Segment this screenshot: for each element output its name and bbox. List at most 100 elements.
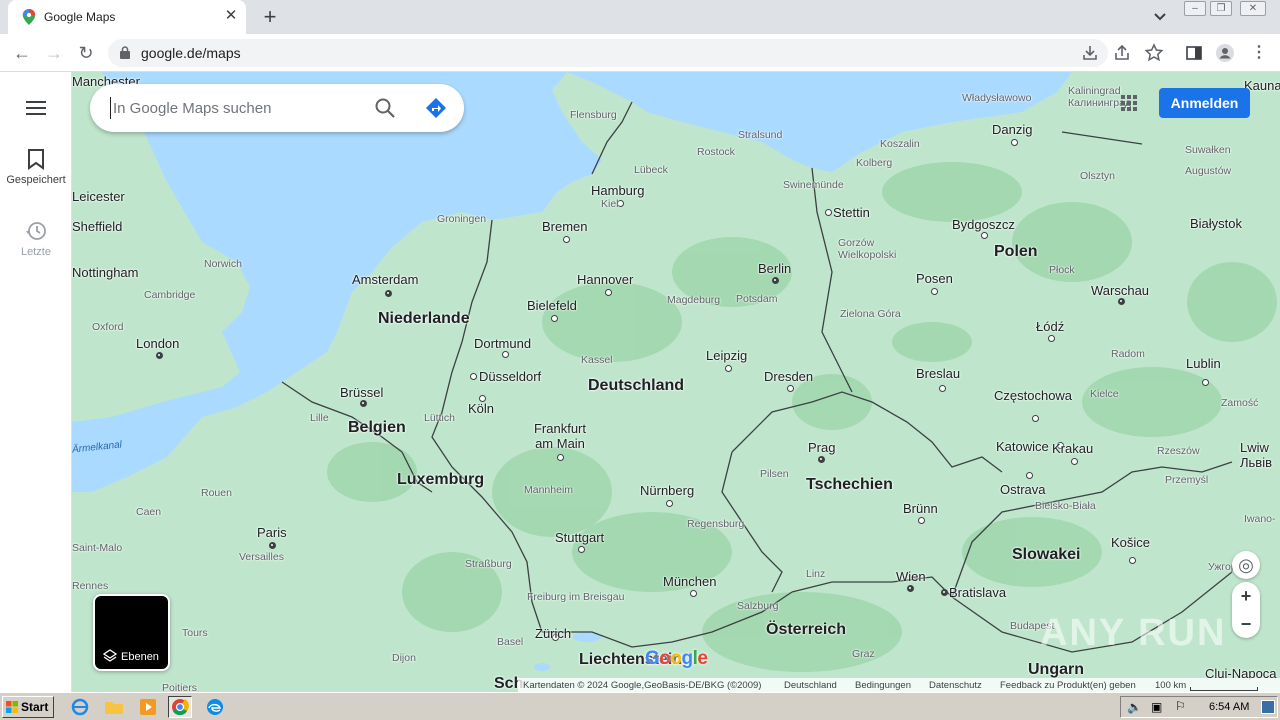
city-label: Krakau xyxy=(1052,441,1094,456)
zoom-in-button[interactable]: + xyxy=(1232,582,1260,610)
maps-pin-icon xyxy=(22,9,36,25)
zoom-control: + − xyxy=(1232,582,1260,638)
place-label: Rzeszów xyxy=(1157,445,1200,457)
place-label: Oxford xyxy=(92,321,124,333)
place-label: Leicester xyxy=(72,189,125,204)
search-input[interactable] xyxy=(110,97,360,119)
browser-tab[interactable]: Google Maps ✕ xyxy=(8,0,246,34)
directions-icon[interactable] xyxy=(425,97,447,119)
place-label: Olsztyn xyxy=(1080,170,1116,182)
search-icon[interactable] xyxy=(374,97,396,119)
place-label: Suwałken xyxy=(1185,144,1231,156)
map-canvas[interactable]: Niederlande Deutschland Belgien Luxembur… xyxy=(72,72,1280,692)
place-label: Magdeburg xyxy=(667,294,721,306)
place-label: Kassel xyxy=(581,354,613,366)
chrome-icon xyxy=(172,699,189,716)
media-player-icon[interactable] xyxy=(136,696,160,718)
close-tab-icon[interactable]: ✕ xyxy=(222,7,240,25)
place-label: Sheffield xyxy=(72,219,123,234)
place-label: Linz xyxy=(806,568,826,580)
city-label: Danzig xyxy=(992,122,1033,137)
place-label: Kiel xyxy=(601,198,619,210)
layers-button[interactable]: Ebenen xyxy=(93,594,170,671)
volume-icon[interactable]: 🔈 xyxy=(1127,700,1142,714)
place-label: Lüttich xyxy=(424,412,455,424)
sidebar-item-saved[interactable]: Gespeichert xyxy=(0,148,72,186)
place-label: Groningen xyxy=(437,213,487,225)
share-icon[interactable] xyxy=(1112,43,1132,63)
feedback-link[interactable]: Feedback zu Produkt(en) geben xyxy=(1000,680,1136,691)
scale-bar xyxy=(1190,687,1258,691)
city-label: London xyxy=(136,336,180,351)
bookmark-star-icon[interactable] xyxy=(1144,43,1164,63)
restore-button[interactable]: ❐ xyxy=(1210,1,1232,16)
install-icon[interactable] xyxy=(1080,43,1100,63)
network-icon[interactable]: ▣ xyxy=(1151,700,1162,714)
sidebar-item-recent[interactable]: Letzte xyxy=(0,220,72,258)
close-window-button[interactable]: ✕ xyxy=(1240,1,1266,16)
country-label: Luxemburg xyxy=(397,471,485,488)
city-label: Brünn xyxy=(903,501,938,516)
minimize-button[interactable]: – xyxy=(1184,1,1206,16)
google-apps-icon[interactable] xyxy=(1120,94,1138,112)
place-label: Stralsund xyxy=(738,129,783,141)
place-label: Lübeck xyxy=(634,164,668,176)
city-label: München xyxy=(663,574,717,589)
place-label: Pilsen xyxy=(760,468,789,480)
flag-icon[interactable]: ⚐ xyxy=(1175,699,1186,713)
profile-avatar-icon[interactable] xyxy=(1215,43,1235,63)
map-footer: Kartendaten © 2024 Google,GeoBasis-DE/BK… xyxy=(518,678,1280,692)
address-bar[interactable]: google.de/maps xyxy=(108,39,1108,67)
city-label: Stuttgart xyxy=(555,530,605,545)
side-panel-icon[interactable] xyxy=(1184,43,1204,63)
start-button[interactable]: Start xyxy=(2,696,54,718)
country-link[interactable]: Deutschland xyxy=(784,680,837,691)
city-label: Hannover xyxy=(577,272,634,287)
tab-strip: Google Maps ✕ + – ❐ ✕ xyxy=(0,0,1280,34)
city-label: Košice xyxy=(1111,535,1151,550)
system-tray: 🔈 ▣ ⚐ 6:54 AM xyxy=(1120,696,1278,718)
folder-icon[interactable] xyxy=(102,696,126,718)
place-label: Bielsko-Biała xyxy=(1035,500,1096,512)
lock-icon xyxy=(120,46,130,59)
history-icon xyxy=(26,222,46,240)
place-label: Zielona Góra xyxy=(840,308,901,320)
start-label: Start xyxy=(21,700,49,714)
place-label: Caen xyxy=(136,506,162,518)
signin-button[interactable]: Anmelden xyxy=(1159,88,1250,118)
city-label: Brüssel xyxy=(340,385,384,400)
browser-toolbar: ← → ↻ google.de/maps ⋮ xyxy=(0,34,1280,72)
zoom-out-button[interactable]: − xyxy=(1232,610,1260,638)
country-label: Polen xyxy=(994,243,1038,260)
terms-link[interactable]: Bedingungen xyxy=(855,680,911,691)
place-label: Lwiw Львів xyxy=(1240,440,1273,470)
place-label: Mannheim xyxy=(524,484,574,496)
tab-search-chevron-icon[interactable] xyxy=(1150,8,1170,26)
place-label: Płock xyxy=(1049,264,1075,276)
ie-icon[interactable] xyxy=(68,696,92,718)
reload-icon[interactable]: ↻ xyxy=(74,42,98,64)
clock: 6:54 AM xyxy=(1209,701,1250,713)
country-label: Deutschland xyxy=(588,377,685,394)
forward-icon[interactable]: → xyxy=(42,42,66,64)
privacy-link[interactable]: Datenschutz xyxy=(929,680,982,691)
city-label: Dresden xyxy=(764,369,814,384)
chrome-taskbar-button[interactable] xyxy=(168,696,192,718)
city-label: Posen xyxy=(916,271,953,286)
tab-title: Google Maps xyxy=(44,10,116,24)
back-icon[interactable]: ← xyxy=(10,42,34,64)
place-label: Lille xyxy=(310,412,329,424)
show-desktop-icon[interactable] xyxy=(1261,700,1275,714)
scale-label[interactable]: 100 km xyxy=(1155,680,1186,691)
menu-hamburger-icon[interactable] xyxy=(26,100,46,116)
edge-icon[interactable] xyxy=(203,696,227,718)
place-label: Straßburg xyxy=(465,558,512,570)
place-label: Cambridge xyxy=(144,289,196,301)
city-label: Düsseldorf xyxy=(479,369,542,384)
menu-kebab-icon[interactable]: ⋮ xyxy=(1247,42,1271,64)
new-tab-button[interactable]: + xyxy=(258,6,282,28)
bookmark-icon xyxy=(28,149,44,170)
place-label: Versailles xyxy=(239,551,284,563)
my-location-icon[interactable]: ◎ xyxy=(1232,551,1260,579)
url-text[interactable]: google.de/maps xyxy=(141,45,241,61)
